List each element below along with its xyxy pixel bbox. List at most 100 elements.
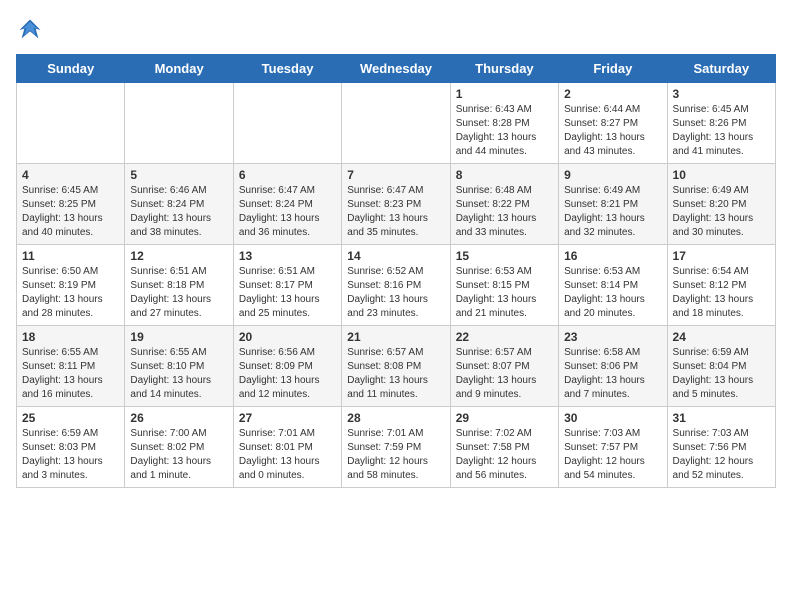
day-number: 30 bbox=[564, 411, 661, 425]
day-number: 7 bbox=[347, 168, 444, 182]
calendar-cell bbox=[17, 83, 125, 164]
day-number: 11 bbox=[22, 249, 119, 263]
calendar-week-2: 4 Sunrise: 6:45 AM Sunset: 8:25 PM Daylig… bbox=[17, 164, 776, 245]
calendar-cell: 29 Sunrise: 7:02 AM Sunset: 7:58 PM Dayli… bbox=[450, 407, 558, 488]
calendar-cell: 3 Sunrise: 6:45 AM Sunset: 8:26 PM Daylig… bbox=[667, 83, 775, 164]
calendar-cell: 30Sunrise: 7:03 AM Sunset: 7:57 PM Dayli… bbox=[559, 407, 667, 488]
day-info: Sunrise: 6:55 AM Sunset: 8:11 PM Dayligh… bbox=[22, 346, 119, 402]
calendar-cell: 21 Sunrise: 6:57 AM Sunset: 8:08 PM Dayli… bbox=[342, 326, 450, 407]
day-info: Sunrise: 7:00 AM Sunset: 8:02 PM Dayligh… bbox=[130, 427, 227, 483]
calendar-cell: 24 Sunrise: 6:59 AM Sunset: 8:04 PM Dayli… bbox=[667, 326, 775, 407]
day-info: Sunrise: 6:55 AM Sunset: 8:10 PM Dayligh… bbox=[130, 346, 227, 402]
day-info: Sunrise: 6:58 AM Sunset: 8:06 PM Dayligh… bbox=[564, 346, 661, 402]
day-number: 18 bbox=[22, 330, 119, 344]
calendar-cell: 9 Sunrise: 6:49 AM Sunset: 8:21 PM Daylig… bbox=[559, 164, 667, 245]
calendar-week-1: 1Sunrise: 6:43 AM Sunset: 8:28 PM Daylig… bbox=[17, 83, 776, 164]
day-number: 15 bbox=[456, 249, 553, 263]
day-info: Sunrise: 6:49 AM Sunset: 8:21 PM Dayligh… bbox=[564, 184, 661, 240]
day-info: Sunrise: 6:48 AM Sunset: 8:22 PM Dayligh… bbox=[456, 184, 553, 240]
day-number: 21 bbox=[347, 330, 444, 344]
calendar-cell: 18 Sunrise: 6:55 AM Sunset: 8:11 PM Dayli… bbox=[17, 326, 125, 407]
weekday-header-saturday: Saturday bbox=[667, 55, 775, 83]
weekday-header-sunday: Sunday bbox=[17, 55, 125, 83]
day-info: Sunrise: 6:50 AM Sunset: 8:19 PM Dayligh… bbox=[22, 265, 119, 321]
logo-bird-icon bbox=[16, 16, 44, 44]
logo bbox=[16, 16, 48, 44]
calendar-cell: 10 Sunrise: 6:49 AM Sunset: 8:20 PM Dayli… bbox=[667, 164, 775, 245]
day-number: 16 bbox=[564, 249, 661, 263]
calendar-cell: 5 Sunrise: 6:46 AM Sunset: 8:24 PM Daylig… bbox=[125, 164, 233, 245]
day-info: Sunrise: 6:53 AM Sunset: 8:14 PM Dayligh… bbox=[564, 265, 661, 321]
day-info: Sunrise: 6:46 AM Sunset: 8:24 PM Dayligh… bbox=[130, 184, 227, 240]
day-number: 9 bbox=[564, 168, 661, 182]
calendar-week-4: 18 Sunrise: 6:55 AM Sunset: 8:11 PM Dayli… bbox=[17, 326, 776, 407]
calendar-cell: 13 Sunrise: 6:51 AM Sunset: 8:17 PM Dayli… bbox=[233, 245, 341, 326]
calendar-cell: 12 Sunrise: 6:51 AM Sunset: 8:18 PM Dayli… bbox=[125, 245, 233, 326]
day-info: Sunrise: 6:51 AM Sunset: 8:17 PM Dayligh… bbox=[239, 265, 336, 321]
day-number: 2 bbox=[564, 87, 661, 101]
calendar-cell bbox=[233, 83, 341, 164]
day-info: Sunrise: 6:45 AM Sunset: 8:25 PM Dayligh… bbox=[22, 184, 119, 240]
weekday-header-tuesday: Tuesday bbox=[233, 55, 341, 83]
day-info: Sunrise: 6:56 AM Sunset: 8:09 PM Dayligh… bbox=[239, 346, 336, 402]
calendar-cell: 25 Sunrise: 6:59 AM Sunset: 8:03 PM Dayli… bbox=[17, 407, 125, 488]
day-info: Sunrise: 7:02 AM Sunset: 7:58 PM Dayligh… bbox=[456, 427, 553, 483]
day-info: Sunrise: 7:03 AM Sunset: 7:56 PM Dayligh… bbox=[673, 427, 770, 483]
day-number: 23 bbox=[564, 330, 661, 344]
calendar-cell: 2 Sunrise: 6:44 AM Sunset: 8:27 PM Daylig… bbox=[559, 83, 667, 164]
day-number: 17 bbox=[673, 249, 770, 263]
calendar-cell: 27Sunrise: 7:01 AM Sunset: 8:01 PM Dayli… bbox=[233, 407, 341, 488]
calendar-cell: 11 Sunrise: 6:50 AM Sunset: 8:19 PM Dayli… bbox=[17, 245, 125, 326]
day-info: Sunrise: 6:51 AM Sunset: 8:18 PM Dayligh… bbox=[130, 265, 227, 321]
day-info: Sunrise: 6:44 AM Sunset: 8:27 PM Dayligh… bbox=[564, 103, 661, 159]
day-info: Sunrise: 6:47 AM Sunset: 8:23 PM Dayligh… bbox=[347, 184, 444, 240]
day-info: Sunrise: 6:57 AM Sunset: 8:07 PM Dayligh… bbox=[456, 346, 553, 402]
day-info: Sunrise: 6:49 AM Sunset: 8:20 PM Dayligh… bbox=[673, 184, 770, 240]
day-number: 25 bbox=[22, 411, 119, 425]
calendar-week-3: 11 Sunrise: 6:50 AM Sunset: 8:19 PM Dayli… bbox=[17, 245, 776, 326]
day-number: 29 bbox=[456, 411, 553, 425]
day-number: 31 bbox=[673, 411, 770, 425]
weekday-header-thursday: Thursday bbox=[450, 55, 558, 83]
day-number: 3 bbox=[673, 87, 770, 101]
weekday-header-friday: Friday bbox=[559, 55, 667, 83]
calendar-cell: 23 Sunrise: 6:58 AM Sunset: 8:06 PM Dayli… bbox=[559, 326, 667, 407]
day-number: 4 bbox=[22, 168, 119, 182]
calendar-cell: 14Sunrise: 6:52 AM Sunset: 8:16 PM Dayli… bbox=[342, 245, 450, 326]
day-number: 6 bbox=[239, 168, 336, 182]
page-header bbox=[16, 16, 776, 44]
day-number: 19 bbox=[130, 330, 227, 344]
calendar-body: 1Sunrise: 6:43 AM Sunset: 8:28 PM Daylig… bbox=[17, 83, 776, 488]
day-info: Sunrise: 6:43 AM Sunset: 8:28 PM Dayligh… bbox=[456, 103, 553, 159]
calendar-cell: 19 Sunrise: 6:55 AM Sunset: 8:10 PM Dayli… bbox=[125, 326, 233, 407]
day-info: Sunrise: 6:59 AM Sunset: 8:03 PM Dayligh… bbox=[22, 427, 119, 483]
calendar-cell: 17 Sunrise: 6:54 AM Sunset: 8:12 PM Dayli… bbox=[667, 245, 775, 326]
day-number: 20 bbox=[239, 330, 336, 344]
day-number: 22 bbox=[456, 330, 553, 344]
day-number: 26 bbox=[130, 411, 227, 425]
calendar-cell: 28Sunrise: 7:01 AM Sunset: 7:59 PM Dayli… bbox=[342, 407, 450, 488]
day-info: Sunrise: 6:53 AM Sunset: 8:15 PM Dayligh… bbox=[456, 265, 553, 321]
calendar-cell: 8Sunrise: 6:48 AM Sunset: 8:22 PM Daylig… bbox=[450, 164, 558, 245]
day-info: Sunrise: 6:52 AM Sunset: 8:16 PM Dayligh… bbox=[347, 265, 444, 321]
calendar-cell: 16 Sunrise: 6:53 AM Sunset: 8:14 PM Dayli… bbox=[559, 245, 667, 326]
day-number: 24 bbox=[673, 330, 770, 344]
calendar-cell bbox=[342, 83, 450, 164]
calendar-header: SundayMondayTuesdayWednesdayThursdayFrid… bbox=[17, 55, 776, 83]
day-info: Sunrise: 6:57 AM Sunset: 8:08 PM Dayligh… bbox=[347, 346, 444, 402]
weekday-header-wednesday: Wednesday bbox=[342, 55, 450, 83]
day-info: Sunrise: 6:45 AM Sunset: 8:26 PM Dayligh… bbox=[673, 103, 770, 159]
day-number: 12 bbox=[130, 249, 227, 263]
day-info: Sunrise: 7:01 AM Sunset: 8:01 PM Dayligh… bbox=[239, 427, 336, 483]
day-number: 5 bbox=[130, 168, 227, 182]
day-info: Sunrise: 7:01 AM Sunset: 7:59 PM Dayligh… bbox=[347, 427, 444, 483]
day-number: 13 bbox=[239, 249, 336, 263]
calendar-cell: 15 Sunrise: 6:53 AM Sunset: 8:15 PM Dayli… bbox=[450, 245, 558, 326]
day-number: 10 bbox=[673, 168, 770, 182]
day-info: Sunrise: 6:54 AM Sunset: 8:12 PM Dayligh… bbox=[673, 265, 770, 321]
calendar-cell: 1Sunrise: 6:43 AM Sunset: 8:28 PM Daylig… bbox=[450, 83, 558, 164]
calendar-cell: 20 Sunrise: 6:56 AM Sunset: 8:09 PM Dayli… bbox=[233, 326, 341, 407]
calendar-cell: 7 Sunrise: 6:47 AM Sunset: 8:23 PM Daylig… bbox=[342, 164, 450, 245]
calendar-week-5: 25 Sunrise: 6:59 AM Sunset: 8:03 PM Dayli… bbox=[17, 407, 776, 488]
day-info: Sunrise: 6:59 AM Sunset: 8:04 PM Dayligh… bbox=[673, 346, 770, 402]
